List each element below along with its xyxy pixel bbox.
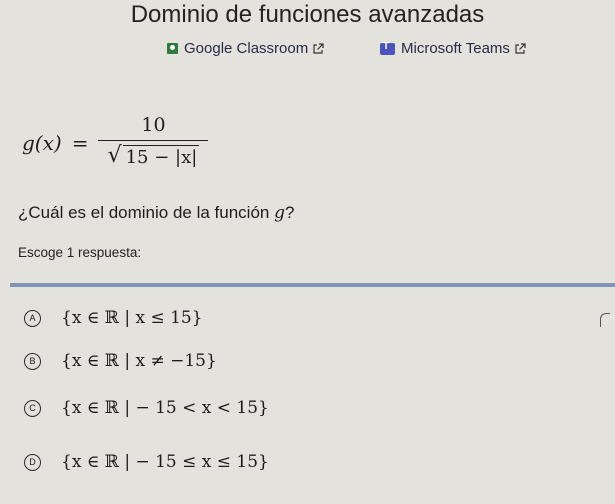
radio-button-a[interactable]: A <box>24 309 41 327</box>
formula-radicand: 15 − |x| <box>122 145 200 168</box>
external-link-icon <box>515 42 526 54</box>
question-text: ¿Cuál es el dominio de la función g? <box>18 203 294 223</box>
radio-button-d[interactable]: D <box>24 453 41 471</box>
microsoft-teams-label: Microsoft Teams <box>401 40 510 57</box>
formula-equals: = <box>71 131 89 155</box>
question-text-after: ? <box>284 203 295 222</box>
formula-lhs: g(x) <box>22 131 62 155</box>
answer-option-text: {x ∈ ℝ | − 15 < x < 15} <box>61 398 269 418</box>
google-classroom-icon <box>167 43 178 54</box>
square-root-icon: √ <box>107 143 122 169</box>
radio-button-c[interactable]: C <box>24 399 41 417</box>
answer-option-c[interactable]: C {x ∈ ℝ | − 15 < x < 15} <box>24 398 269 418</box>
formula-fraction: 10 √ 15 − |x| <box>98 113 209 169</box>
corner-mark <box>600 313 610 327</box>
answer-option-b[interactable]: B {x ∈ ℝ | x ≠ −15} <box>24 351 217 371</box>
answer-option-a[interactable]: A {x ∈ ℝ | x ≤ 15} <box>24 308 203 328</box>
formula-denominator: √ 15 − |x| <box>108 141 200 168</box>
microsoft-teams-icon <box>380 41 395 55</box>
divider <box>10 283 615 287</box>
answer-option-text: {x ∈ ℝ | x ≠ −15} <box>61 351 217 371</box>
formula-numerator: 10 <box>141 113 166 136</box>
answer-option-text: {x ∈ ℝ | x ≤ 15} <box>61 308 203 328</box>
answer-instruction: Escoge 1 respuesta: <box>18 245 142 260</box>
question-variable: g <box>274 203 285 223</box>
function-formula: g(x) = 10 √ 15 − |x| <box>22 108 209 178</box>
google-classroom-link[interactable]: Google Classroom <box>167 40 324 57</box>
question-text-before: ¿Cuál es el dominio de la función <box>18 203 275 222</box>
page-title: Dominio de funciones avanzadas <box>130 1 485 28</box>
share-links: Google Classroom Microsoft Teams <box>0 40 615 64</box>
external-link-icon <box>313 42 324 54</box>
answer-option-d[interactable]: D {x ∈ ℝ | − 15 ≤ x ≤ 15} <box>24 452 269 472</box>
radio-button-b[interactable]: B <box>24 352 41 370</box>
google-classroom-label: Google Classroom <box>184 40 309 57</box>
microsoft-teams-link[interactable]: Microsoft Teams <box>380 40 526 57</box>
answer-option-text: {x ∈ ℝ | − 15 ≤ x ≤ 15} <box>61 452 269 472</box>
